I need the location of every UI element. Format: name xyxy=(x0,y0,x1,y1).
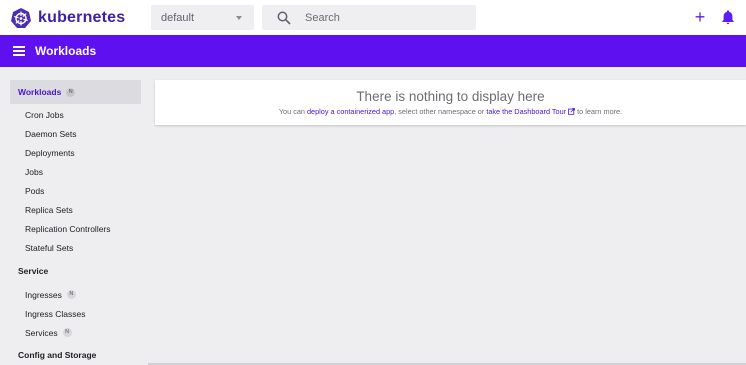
app-bar: Workloads xyxy=(0,35,746,67)
namespaced-badge: N xyxy=(66,87,76,97)
sidebar-item-daemon-sets[interactable]: Daemon Sets xyxy=(10,124,141,143)
message-prefix: You can xyxy=(278,107,307,116)
sidebar-item-ingresses[interactable]: Ingresses N xyxy=(10,285,141,304)
sidebar-item-label: Ingresses xyxy=(25,289,62,300)
sidebar-section-service[interactable]: Service xyxy=(10,261,141,280)
sidebar-item-label: Replica Sets xyxy=(25,204,73,215)
sidebar-item-stateful-sets[interactable]: Stateful Sets xyxy=(10,238,141,257)
sidebar-item-deployments[interactable]: Deployments xyxy=(10,143,141,162)
sidebar-item-label: Jobs xyxy=(25,166,43,177)
sidebar-item-workloads[interactable]: Workloads N xyxy=(10,80,141,104)
message-suffix: to learn more. xyxy=(575,107,623,116)
sidebar-item-label: Ingress Classes xyxy=(25,308,86,319)
message-middle: , select other namespace or xyxy=(394,107,487,116)
sidebar-item-label: Stateful Sets xyxy=(25,242,74,253)
page-title: Workloads xyxy=(35,44,97,58)
sidebar-item-replication-controllers[interactable]: Replication Controllers xyxy=(10,219,141,238)
chevron-down-icon xyxy=(236,16,242,20)
empty-state-title: There is nothing to display here xyxy=(356,89,545,104)
sidebar-section-label: Service xyxy=(18,265,49,276)
sidebar-item-cron-jobs[interactable]: Cron Jobs xyxy=(10,105,141,124)
sidebar-item-services[interactable]: Services N xyxy=(10,323,141,342)
sidebar-item-label: Workloads xyxy=(18,87,62,97)
namespace-select[interactable]: default xyxy=(151,5,254,30)
sidebar-section-label: Config and Storage xyxy=(18,349,97,360)
sidebar-item-label: Cron Jobs xyxy=(25,109,64,120)
brand[interactable]: kubernetes xyxy=(10,7,151,29)
sidebar: Workloads N Cron Jobs Daemon Sets Deploy… xyxy=(0,67,141,365)
sidebar-item-label: Daemon Sets xyxy=(25,128,77,139)
sidebar-item-jobs[interactable]: Jobs xyxy=(10,162,141,181)
create-button[interactable]: + xyxy=(692,8,708,26)
sidebar-item-label: Deployments xyxy=(25,147,75,158)
namespaced-badge: N xyxy=(66,290,76,299)
search-input[interactable] xyxy=(305,11,455,24)
search-box[interactable] xyxy=(262,5,476,30)
sidebar-section-config-storage[interactable]: Config and Storage xyxy=(10,345,141,364)
sidebar-item-pods[interactable]: Pods xyxy=(10,181,141,200)
sidebar-item-label: Services xyxy=(25,327,58,338)
dashboard-tour-link[interactable]: take the Dashboard Tour xyxy=(486,107,566,116)
sidebar-item-label: Replication Controllers xyxy=(25,223,111,234)
deploy-app-link[interactable]: deploy a containerized app xyxy=(307,107,394,116)
top-bar: kubernetes default + xyxy=(0,0,746,35)
search-icon xyxy=(277,11,291,25)
empty-state-message: You can deploy a containerized app, sele… xyxy=(155,107,746,116)
kubernetes-logo-icon xyxy=(11,7,31,28)
brand-name: kubernetes xyxy=(38,8,126,26)
sidebar-item-ingress-classes[interactable]: Ingress Classes xyxy=(10,304,141,323)
menu-icon[interactable] xyxy=(13,46,25,56)
sidebar-item-replica-sets[interactable]: Replica Sets xyxy=(10,200,141,219)
namespaced-badge: N xyxy=(62,328,72,337)
empty-state-card: There is nothing to display here You can… xyxy=(155,80,746,125)
bell-icon[interactable] xyxy=(721,9,735,25)
namespace-value: default xyxy=(161,11,195,24)
sidebar-item-label: Pods xyxy=(25,185,45,196)
